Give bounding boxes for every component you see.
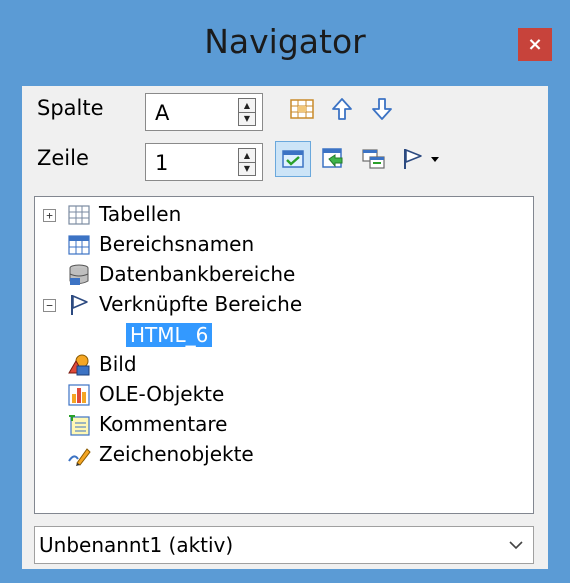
dropdown-arrow-icon	[431, 157, 439, 162]
arrow-up-icon	[332, 98, 352, 120]
title-bar[interactable]: Navigator ×	[0, 0, 570, 86]
tree-item-tabellen[interactable]: Tabellen	[99, 202, 181, 226]
chart-icon	[68, 384, 90, 406]
document-select-value[interactable]: Unbenannt1 (aktiv)	[39, 533, 233, 557]
range-names-icon	[68, 235, 90, 255]
document-select[interactable]: Unbenannt1 (aktiv)	[34, 526, 534, 564]
previous-button[interactable]	[324, 91, 360, 127]
close-button[interactable]: ×	[518, 28, 552, 61]
tree-item-bereichsnamen[interactable]: Bereichsnamen	[99, 232, 254, 256]
drawing-icon	[68, 448, 91, 466]
flag-icon	[404, 149, 422, 169]
navigator-window: Navigator × Spalte A ▲ ▼ Zeile 1 ▲ ▼ + T…	[0, 0, 570, 583]
flag-icon	[71, 295, 88, 315]
column-value[interactable]: A	[155, 101, 169, 125]
image-icon	[68, 354, 90, 376]
scenarios-button[interactable]	[315, 141, 351, 177]
contents-toggle-icon	[282, 150, 304, 168]
scenarios-icon	[322, 148, 343, 168]
contents-toggle-button[interactable]	[275, 141, 311, 177]
row-spinbox[interactable]: 1 ▲ ▼	[145, 143, 263, 181]
row-increment-button[interactable]: ▲	[239, 149, 255, 163]
column-label: Spalte	[37, 96, 104, 120]
document-select-arrow[interactable]	[499, 527, 533, 563]
tree-item-datenbankbereiche[interactable]: Datenbankbereiche	[99, 262, 295, 286]
drag-mode-icon	[362, 149, 385, 169]
tree-item-zeichenobjekte[interactable]: Zeichenobjekte	[99, 442, 254, 466]
row-label: Zeile	[37, 146, 89, 170]
tree-item-ole-objekte[interactable]: OLE-Objekte	[99, 382, 224, 406]
tree-item-html6[interactable]: HTML_6	[126, 323, 213, 347]
column-decrement-button[interactable]: ▼	[239, 112, 255, 125]
tree-expander-verknuepfte[interactable]: −	[43, 299, 56, 312]
tree-expander-tabellen[interactable]: +	[43, 209, 56, 222]
tree-item-kommentare[interactable]: Kommentare	[99, 412, 228, 436]
arrow-down-icon	[372, 98, 392, 120]
data-range-icon	[290, 99, 314, 119]
table-icon	[68, 205, 90, 225]
chevron-down-icon	[509, 541, 523, 550]
tree-item-bild[interactable]: Bild	[99, 352, 137, 376]
row-decrement-button[interactable]: ▼	[239, 162, 255, 175]
database-icon	[69, 264, 89, 285]
drag-mode-button[interactable]	[355, 141, 391, 177]
next-button[interactable]	[364, 91, 400, 127]
flag-dropdown-button[interactable]	[425, 141, 445, 177]
comment-icon	[69, 415, 90, 436]
data-range-button[interactable]	[284, 91, 320, 127]
column-spinbox[interactable]: A ▲ ▼	[145, 93, 263, 131]
row-value[interactable]: 1	[155, 151, 168, 175]
column-increment-button[interactable]: ▲	[239, 99, 255, 113]
window-title: Navigator	[204, 22, 366, 61]
navigator-panel: Spalte A ▲ ▼ Zeile 1 ▲ ▼ + Tabellen Bere…	[22, 86, 548, 569]
tree-item-verknuepfte-bereiche[interactable]: Verknüpfte Bereiche	[99, 292, 302, 316]
column-spin-buttons[interactable]: ▲ ▼	[238, 98, 256, 126]
row-spin-buttons[interactable]: ▲ ▼	[238, 148, 256, 176]
content-tree[interactable]: + Tabellen Bereichsnamen Datenbankbereic…	[34, 196, 534, 514]
